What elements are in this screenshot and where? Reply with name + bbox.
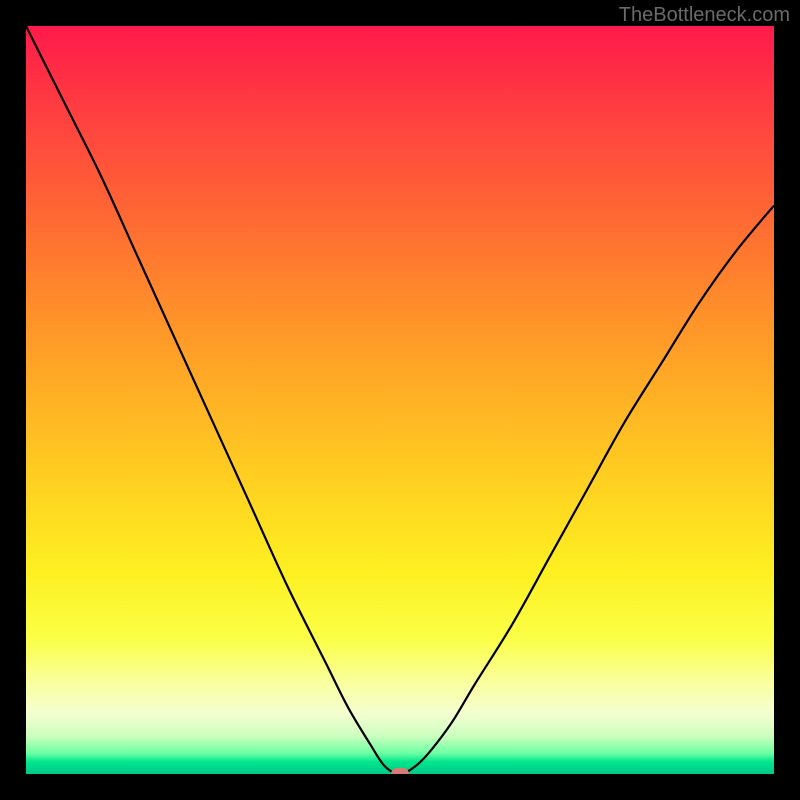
- chart-frame: TheBottleneck.com: [0, 0, 800, 800]
- plot-area: [26, 26, 774, 774]
- bottleneck-curve: [26, 26, 774, 774]
- marker-dot: [391, 768, 409, 774]
- watermark-text: TheBottleneck.com: [619, 4, 790, 27]
